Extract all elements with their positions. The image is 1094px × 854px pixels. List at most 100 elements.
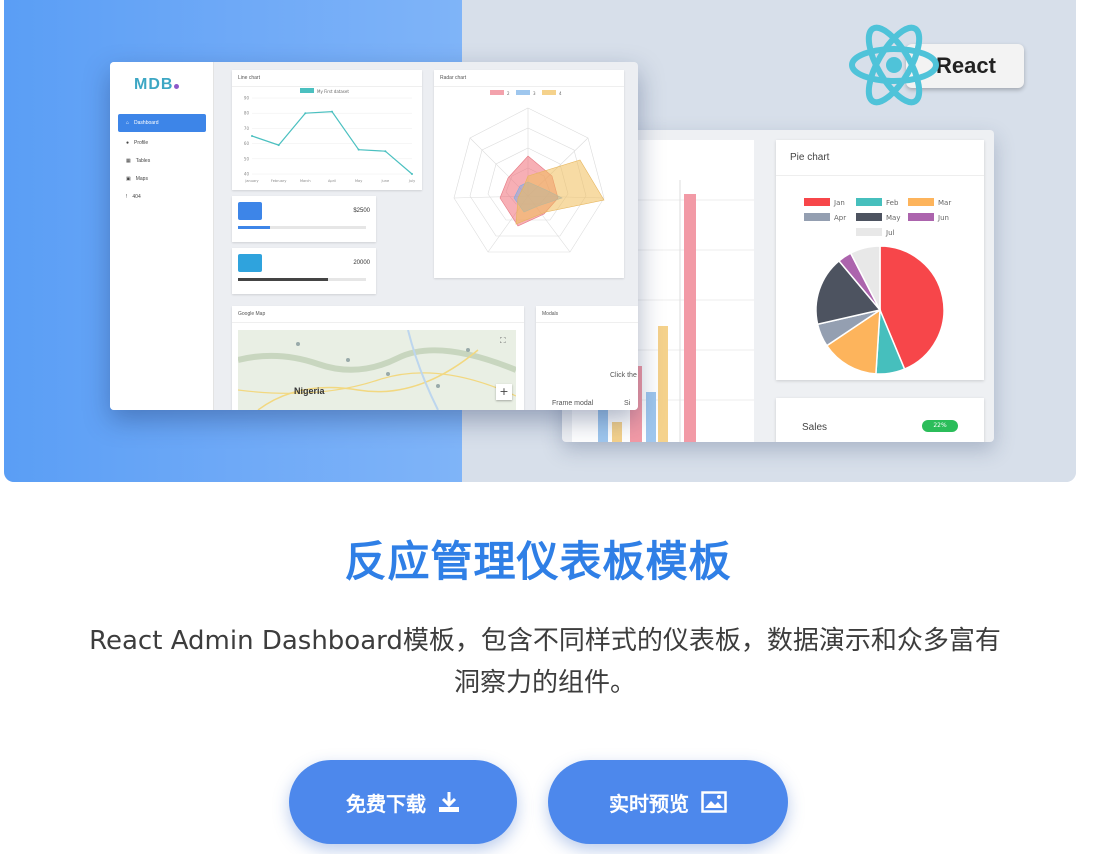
line-series bbox=[251, 111, 413, 175]
radar-chart-card: Radar chart 2 3 4 bbox=[434, 70, 624, 278]
legend-label: Jan bbox=[833, 199, 845, 207]
sidebar-item-tables[interactable]: ▦ Tables bbox=[118, 152, 206, 170]
sidebar-item-profile[interactable]: ● Profile bbox=[118, 134, 206, 152]
modals-title: Modals bbox=[536, 306, 638, 323]
bar bbox=[598, 410, 608, 442]
x-tick-label: January bbox=[244, 179, 258, 183]
sidebar-item-label: Maps bbox=[135, 176, 148, 182]
x-tick-label: May bbox=[355, 179, 362, 183]
stat-value: $2500 bbox=[353, 208, 370, 214]
sidebar-item-label: Tables bbox=[135, 158, 151, 164]
legend-swatch bbox=[856, 198, 882, 206]
page-description: React Admin Dashboard模板，包含不同样式的仪表板，数据演示和… bbox=[0, 620, 1090, 704]
sidebar-item-maps[interactable]: ▣ Maps bbox=[118, 170, 206, 188]
page-title: 反应管理仪表板模板 bbox=[344, 537, 732, 586]
sidebar-item-label: Profile bbox=[134, 140, 149, 146]
line-chart-card: Line chart My First dataset 40 50 60 70 80 90 J… bbox=[232, 70, 422, 190]
progress-bar bbox=[238, 278, 366, 281]
frame-modal-link[interactable]: Frame modal bbox=[552, 400, 593, 407]
bar bbox=[612, 422, 622, 442]
pie-icon bbox=[238, 254, 262, 272]
legend-swatch bbox=[300, 88, 314, 93]
map-card: Google Map Nigeria ⛶ + bbox=[232, 306, 524, 410]
description-line-2: 洞察力的组件。 bbox=[453, 668, 636, 698]
legend-label: My First dataset bbox=[317, 89, 349, 94]
line-point bbox=[357, 148, 360, 151]
sales-badge: 22% bbox=[922, 420, 958, 432]
modal-click-text: Click the bbox=[610, 372, 637, 379]
x-tick-label: February bbox=[271, 179, 287, 183]
svg-text:2: 2 bbox=[507, 91, 510, 96]
fullscreen-icon[interactable]: ⛶ bbox=[500, 336, 506, 346]
sales-panel: Sales 22% bbox=[776, 398, 984, 442]
google-map[interactable]: Nigeria ⛶ + bbox=[238, 330, 516, 410]
radar-chart: 2 3 4 bbox=[453, 90, 605, 253]
stat-card-users: 20000 bbox=[232, 248, 376, 294]
legend-swatch bbox=[908, 213, 934, 221]
x-tick-label: June bbox=[381, 179, 390, 183]
y-tick-label: 60 bbox=[244, 141, 250, 146]
description-line-1: React Admin Dashboard模板，包含不同样式的仪表板，数据演示和… bbox=[89, 626, 1001, 656]
x-tick-label: July bbox=[408, 179, 415, 183]
svg-text:3: 3 bbox=[533, 91, 536, 96]
sidebar-item-label: Dashboard bbox=[134, 120, 159, 126]
image-icon bbox=[701, 791, 727, 813]
pie-chart-title: Pie chart bbox=[776, 140, 984, 176]
y-tick-label: 40 bbox=[244, 172, 250, 177]
line-point bbox=[384, 150, 387, 153]
svg-text:4: 4 bbox=[559, 91, 562, 96]
download-icon bbox=[439, 792, 459, 812]
pie-legend: Jan Feb Mar Apr May Jun Jul bbox=[804, 198, 951, 237]
x-tick-label: March bbox=[300, 179, 311, 183]
legend-label: Jul bbox=[885, 229, 895, 237]
map-title: Google Map bbox=[232, 306, 524, 323]
modals-card: Modals Click the Frame modal Si bbox=[536, 306, 638, 410]
dashboard-sidebar: MDB ⌂ Dashboard ● Profile ▦ Tables ▣ Map… bbox=[110, 62, 214, 410]
pie-chart bbox=[815, 245, 945, 375]
line-chart: My First dataset 40 50 60 70 80 90 January Febru… bbox=[244, 88, 415, 183]
stat-value: 20000 bbox=[353, 260, 370, 266]
download-button-label: 免费下载 bbox=[346, 791, 426, 816]
pie-chart-panel: Pie chart Jan Feb Mar Apr May Jun Jul bbox=[776, 140, 984, 380]
modal-short-text: Si bbox=[624, 400, 631, 407]
chart-icon bbox=[238, 202, 262, 220]
sales-label: Sales bbox=[802, 422, 828, 433]
legend-swatch bbox=[804, 198, 830, 206]
legend-swatch bbox=[856, 228, 882, 236]
line-point bbox=[304, 112, 307, 115]
zoom-in-button[interactable]: + bbox=[496, 384, 512, 400]
preview-button-label: 实时预览 bbox=[609, 791, 689, 816]
mdb-logo: MDB bbox=[134, 76, 180, 94]
user-icon: ● bbox=[126, 140, 130, 146]
legend-label: May bbox=[886, 214, 900, 222]
map-icon: ▣ bbox=[126, 176, 131, 182]
y-tick-label: 90 bbox=[244, 96, 250, 101]
free-download-button[interactable]: 免费下载 bbox=[289, 760, 517, 844]
table-icon: ▦ bbox=[126, 158, 131, 164]
legend-swatch bbox=[804, 213, 830, 221]
home-icon: ⌂ bbox=[126, 120, 130, 126]
sidebar-item-dashboard[interactable]: ⌂ Dashboard bbox=[118, 114, 206, 132]
line-point bbox=[331, 110, 333, 113]
bar bbox=[684, 194, 696, 442]
legend-label: Jun bbox=[937, 214, 949, 222]
x-tick-label: April bbox=[328, 179, 336, 183]
stat-card-revenue: $2500 bbox=[232, 196, 376, 242]
live-preview-button[interactable]: 实时预览 bbox=[548, 760, 788, 844]
legend-swatch bbox=[856, 213, 882, 221]
legend-swatch bbox=[908, 198, 934, 206]
sidebar-item-label: 404 bbox=[132, 194, 141, 200]
map-country-label: Nigeria bbox=[294, 386, 325, 396]
sidebar-item-404[interactable]: ! 404 bbox=[118, 188, 206, 206]
warning-icon: ! bbox=[126, 194, 128, 200]
bar bbox=[658, 326, 668, 442]
legend-label: Mar bbox=[938, 199, 951, 207]
y-tick-label: 70 bbox=[244, 126, 250, 131]
y-tick-label: 80 bbox=[244, 111, 250, 116]
radar-legend: 2 3 4 bbox=[490, 90, 562, 96]
progress-bar bbox=[238, 226, 366, 229]
react-logo-icon bbox=[849, 24, 939, 106]
radar-chart-title: Radar chart bbox=[434, 70, 624, 87]
dashboard-window: MDB ⌂ Dashboard ● Profile ▦ Tables ▣ Map… bbox=[110, 62, 638, 410]
bar bbox=[646, 392, 656, 442]
